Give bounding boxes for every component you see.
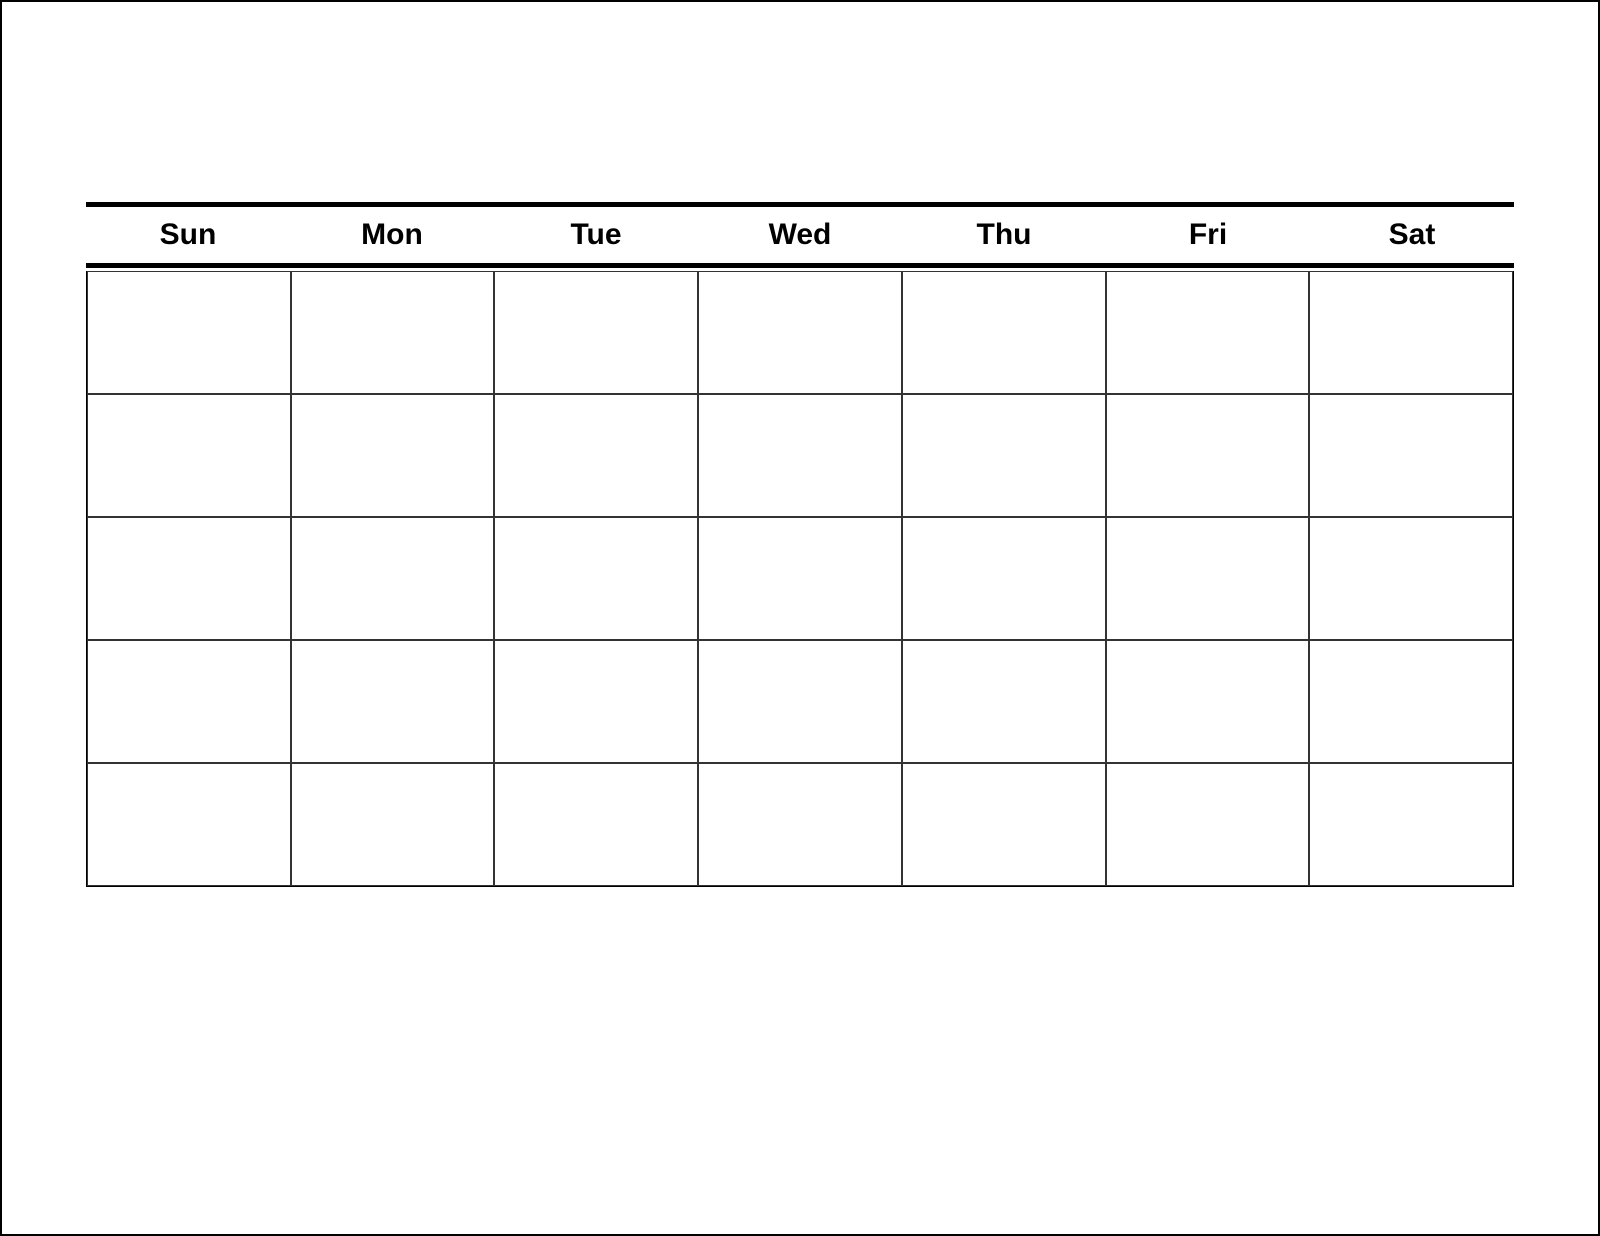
calendar-week-row <box>87 271 1513 394</box>
calendar-day-cell <box>1309 517 1513 640</box>
calendar-day-cell <box>87 271 291 394</box>
calendar-day-cell <box>902 517 1106 640</box>
calendar-day-cell <box>698 763 902 886</box>
day-header-thu: Thu <box>902 218 1106 252</box>
calendar-day-cell <box>494 394 698 517</box>
day-header-sun: Sun <box>86 218 290 252</box>
calendar-day-cell <box>494 640 698 763</box>
day-header-mon: Mon <box>290 218 494 252</box>
calendar-day-cell <box>1309 763 1513 886</box>
calendar-header-row: Sun Mon Tue Wed Thu Fri Sat <box>86 202 1514 268</box>
calendar-day-cell <box>291 394 495 517</box>
day-header-wed: Wed <box>698 218 902 252</box>
day-header-fri: Fri <box>1106 218 1310 252</box>
calendar-day-cell <box>698 517 902 640</box>
calendar-grid <box>86 271 1514 887</box>
calendar-day-cell <box>1309 271 1513 394</box>
calendar-day-cell <box>1309 394 1513 517</box>
calendar-day-cell <box>698 640 902 763</box>
calendar-page: Sun Mon Tue Wed Thu Fri Sat <box>0 0 1600 1236</box>
day-header-sat: Sat <box>1310 218 1514 252</box>
calendar-day-cell <box>494 271 698 394</box>
calendar-day-cell <box>87 640 291 763</box>
calendar-day-cell <box>87 763 291 886</box>
calendar-day-cell <box>1106 640 1310 763</box>
calendar-day-cell <box>698 394 902 517</box>
calendar-day-cell <box>291 271 495 394</box>
calendar-day-cell <box>1106 271 1310 394</box>
calendar: Sun Mon Tue Wed Thu Fri Sat <box>86 202 1514 887</box>
calendar-day-cell <box>291 640 495 763</box>
calendar-day-cell <box>1106 517 1310 640</box>
calendar-day-cell <box>291 763 495 886</box>
calendar-week-row <box>87 394 1513 517</box>
calendar-day-cell <box>291 517 495 640</box>
calendar-day-cell <box>494 517 698 640</box>
calendar-day-cell <box>494 763 698 886</box>
calendar-day-cell <box>902 394 1106 517</box>
calendar-day-cell <box>1106 394 1310 517</box>
calendar-day-cell <box>902 763 1106 886</box>
calendar-day-cell <box>902 640 1106 763</box>
calendar-day-cell <box>1309 640 1513 763</box>
calendar-week-row <box>87 517 1513 640</box>
calendar-day-cell <box>902 271 1106 394</box>
calendar-day-cell <box>87 517 291 640</box>
calendar-day-cell <box>1106 763 1310 886</box>
calendar-day-cell <box>87 394 291 517</box>
calendar-day-cell <box>698 271 902 394</box>
calendar-week-row <box>87 640 1513 763</box>
day-header-tue: Tue <box>494 218 698 252</box>
calendar-week-row <box>87 763 1513 886</box>
